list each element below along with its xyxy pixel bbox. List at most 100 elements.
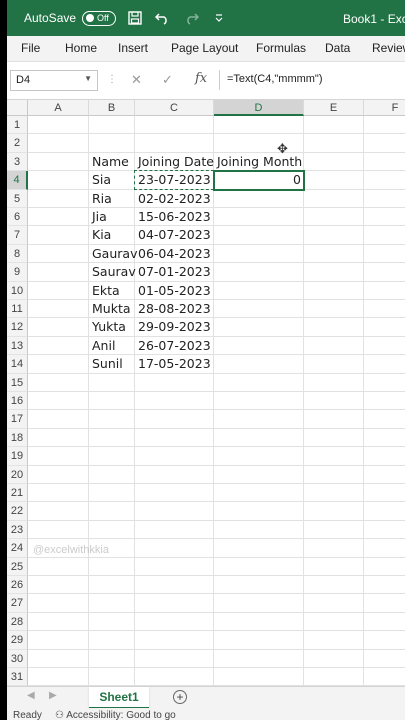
gridline-horizontal: [28, 446, 405, 448]
header-cell-joining-date[interactable]: Joining Date: [138, 153, 214, 171]
row-header-9[interactable]: 9: [7, 263, 28, 282]
cell-name[interactable]: Saurav: [92, 263, 136, 281]
cell-joining-date[interactable]: 29-09-2023: [138, 318, 211, 336]
gridline-horizontal: [28, 519, 405, 521]
row-header-12[interactable]: 12: [7, 318, 28, 337]
row-header-24[interactable]: 24: [7, 539, 28, 558]
row-header-5[interactable]: 5: [7, 189, 28, 208]
row-header-30[interactable]: 30: [7, 649, 28, 668]
save-icon[interactable]: [126, 9, 144, 27]
cell-name[interactable]: Sunil: [92, 355, 132, 373]
cell-joining-date[interactable]: 15-06-2023: [138, 208, 211, 226]
header-cell-name[interactable]: Name: [92, 153, 132, 171]
row-header-20[interactable]: 20: [7, 465, 28, 484]
tab-data[interactable]: Data: [325, 41, 350, 55]
row-header-13[interactable]: 13: [7, 336, 28, 356]
column-header-f[interactable]: F: [364, 100, 405, 116]
row-header-7[interactable]: 7: [7, 226, 28, 245]
redo-icon[interactable]: [182, 9, 200, 27]
undo-icon[interactable]: [154, 9, 172, 27]
row-header-1[interactable]: 1: [7, 116, 28, 135]
cell-joining-date[interactable]: 26-07-2023: [138, 337, 211, 355]
cell-joining-date[interactable]: 02-02-2023: [138, 190, 211, 208]
column-header-d[interactable]: D: [214, 100, 304, 116]
row-header-6[interactable]: 6: [7, 208, 28, 227]
gridline-horizontal: [28, 556, 405, 558]
cell-name[interactable]: Mukta: [92, 300, 132, 318]
tab-page-layout[interactable]: Page Layout: [171, 41, 238, 55]
row-header-18[interactable]: 18: [7, 428, 28, 448]
tab-insert[interactable]: Insert: [118, 41, 148, 55]
column-header-e[interactable]: E: [304, 100, 364, 116]
header-cell-joining-month[interactable]: Joining Month: [217, 153, 302, 171]
tab-file[interactable]: File: [21, 41, 40, 55]
row-header-25[interactable]: 25: [7, 557, 28, 576]
tab-home[interactable]: Home: [65, 41, 97, 55]
cell-joining-date[interactable]: 01-05-2023: [138, 282, 211, 300]
row-header-19[interactable]: 19: [7, 447, 28, 466]
cell-joining-date[interactable]: 07-01-2023: [138, 263, 211, 281]
next-sheet-icon[interactable]: ▶: [49, 690, 57, 701]
insert-function-icon[interactable]: fx: [195, 71, 207, 86]
chevron-down-icon[interactable]: ▼: [84, 74, 92, 83]
row-header-21[interactable]: 21: [7, 484, 28, 503]
sheet-tab-sheet1[interactable]: Sheet1: [89, 687, 149, 709]
name-box[interactable]: D4 ▼: [10, 70, 98, 91]
accessibility-text: Accessibility: Good to go: [66, 710, 176, 720]
tab-review[interactable]: Review: [372, 41, 405, 55]
row-header-3[interactable]: 3: [7, 152, 28, 172]
cancel-icon[interactable]: ✕: [131, 72, 142, 88]
prev-sheet-icon[interactable]: ◀: [27, 690, 35, 701]
row-header-31[interactable]: 31: [7, 668, 28, 686]
row-header-28[interactable]: 28: [7, 612, 28, 632]
autosave-state: Off: [97, 13, 109, 23]
gridline-horizontal: [28, 648, 405, 650]
row-header-8[interactable]: 8: [7, 244, 28, 264]
cell-name[interactable]: Ria: [92, 190, 132, 208]
gridline-horizontal: [28, 317, 405, 319]
cell-name[interactable]: Anil: [92, 337, 132, 355]
cell-name[interactable]: Sia: [92, 171, 132, 189]
watermark-text: @excelwithkkia: [33, 544, 109, 556]
row-header-22[interactable]: 22: [7, 502, 28, 521]
row-header-11[interactable]: 11: [7, 300, 28, 319]
cell-joining-date[interactable]: 28-08-2023: [138, 300, 211, 318]
row-header-10[interactable]: 10: [7, 281, 28, 300]
cell-name[interactable]: Gaurav: [92, 245, 137, 263]
column-header-b[interactable]: B: [89, 100, 135, 116]
cell-joining-date[interactable]: 17-05-2023: [138, 355, 211, 373]
row-header-29[interactable]: 29: [7, 631, 28, 650]
accessibility-status[interactable]: ⚇ Accessibility: Good to go: [55, 710, 176, 720]
cell-joining-date[interactable]: 04-07-2023: [138, 226, 211, 244]
row-header-16[interactable]: 16: [7, 392, 28, 411]
enter-icon[interactable]: ✓: [162, 72, 173, 88]
autosave-label: AutoSave: [24, 11, 77, 25]
formula-bar: D4 ▼ ⋮ ✕ ✓ fx =Text(C4,"mmmm"): [7, 62, 405, 100]
cell-name[interactable]: Ekta: [92, 282, 132, 300]
select-all-corner[interactable]: [7, 100, 28, 116]
row-header-15[interactable]: 15: [7, 373, 28, 392]
cell-joining-date[interactable]: 06-04-2023: [138, 245, 211, 263]
gridline-horizontal: [28, 335, 405, 337]
add-sheet-icon[interactable]: +: [173, 690, 187, 704]
row-header-17[interactable]: 17: [7, 410, 28, 429]
gridline-horizontal: [28, 611, 405, 613]
gridline-vertical: [88, 116, 89, 686]
mouse-cursor-icon: ✥: [277, 141, 288, 156]
cell-name[interactable]: Yukta: [92, 318, 132, 336]
cell-name[interactable]: Kia: [92, 226, 132, 244]
worksheet-grid[interactable]: A B C D E F 1 2 3 4 5 6 7 8 9 10 11 12 13 14 15 16 17 18 19 20 21 2…: [7, 100, 405, 686]
row-header-4[interactable]: 4: [7, 171, 28, 190]
tab-formulas[interactable]: Formulas: [256, 41, 306, 55]
cell-name[interactable]: Jia: [92, 208, 132, 226]
autosave-toggle[interactable]: Off: [82, 10, 117, 26]
row-header-14[interactable]: 14: [7, 355, 28, 374]
row-header-27[interactable]: 27: [7, 594, 28, 613]
row-header-23[interactable]: 23: [7, 520, 28, 540]
column-header-a[interactable]: A: [28, 100, 89, 116]
row-header-2[interactable]: 2: [7, 134, 28, 153]
formula-input[interactable]: =Text(C4,"mmmm"): [227, 73, 323, 85]
row-header-26[interactable]: 26: [7, 576, 28, 595]
customize-toolbar-icon[interactable]: [210, 9, 228, 27]
column-header-c[interactable]: C: [135, 100, 214, 116]
